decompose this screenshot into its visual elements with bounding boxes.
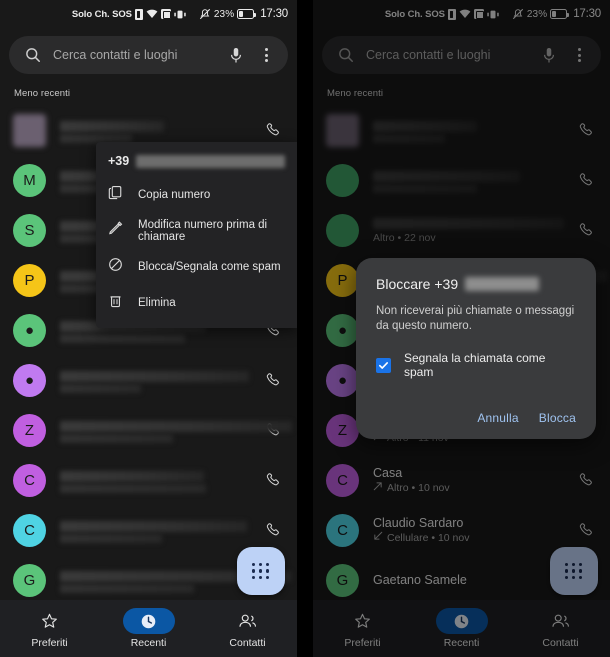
block-button[interactable]: Blocca [539, 411, 576, 425]
dialog-checkbox-row[interactable]: Segnala la chiamata come spam [376, 351, 576, 379]
clock-label: 17:30 [260, 8, 288, 20]
report-spam-checkbox[interactable] [376, 357, 391, 373]
dialog-title-row: Bloccare +39 [376, 276, 576, 292]
section-header-left: Meno recenti [14, 88, 71, 99]
more-vertical-icon[interactable] [256, 45, 276, 65]
phone-icon[interactable] [263, 522, 285, 539]
dialpad-fab-left[interactable] [237, 547, 285, 595]
search-icon [23, 45, 43, 65]
status-bar: Solo Ch. SOS 23% 17:30 [0, 0, 297, 28]
battery-icon [237, 9, 257, 19]
number-prefix: +39 [108, 154, 130, 168]
avatar[interactable]: ● [13, 363, 46, 397]
block-icon [108, 257, 123, 277]
menu-item-label: Elimina [138, 297, 176, 309]
microphone-icon[interactable] [226, 45, 246, 65]
nav-tab-recenti[interactable]: Recenti [99, 608, 198, 649]
row-text [60, 518, 249, 543]
menu-item-label: Copia numero [138, 189, 211, 201]
row-text [60, 568, 291, 593]
menu-item-block-spam[interactable]: Blocca/Segnala come spam [96, 249, 297, 285]
people-icon [222, 608, 274, 634]
dialog-body-text: Non riceverai più chiamate o messaggi da… [376, 305, 575, 332]
number-redacted [136, 154, 285, 168]
menu-item-label: Blocca/Segnala come spam [138, 261, 281, 273]
row-text [60, 368, 249, 393]
dialog-actions: Annulla Blocca [376, 411, 576, 429]
search-bar[interactable]: Cerca contatti e luoghi [9, 36, 288, 74]
phone-icon[interactable] [263, 122, 285, 139]
copy-icon [108, 185, 123, 205]
cancel-button[interactable]: Annulla [477, 411, 518, 425]
bottom-navigation-left: Preferiti Recenti Contatti [0, 600, 297, 657]
call-log-row[interactable]: ● [0, 355, 297, 405]
trash-icon [108, 293, 123, 313]
call-detail-redacted [60, 333, 185, 343]
avatar[interactable]: Z [13, 413, 46, 447]
call-detail-redacted [60, 583, 195, 593]
phone-icon[interactable] [263, 472, 285, 489]
row-text [60, 468, 249, 493]
menu-item-copy-number[interactable]: Copia numero [96, 177, 297, 213]
row-text [60, 118, 249, 143]
phone-icon[interactable] [263, 372, 285, 389]
context-menu-number: +39 [96, 148, 297, 177]
search-bar-container: Cerca contatti e luoghi [0, 28, 297, 74]
contact-name-redacted [60, 470, 204, 482]
contact-name-redacted [60, 370, 249, 382]
nav-tab-preferiti[interactable]: Preferiti [0, 608, 99, 649]
mute-bell-icon [199, 8, 211, 20]
search-input-placeholder[interactable]: Cerca contatti e luoghi [53, 48, 216, 62]
vibrate-icon [174, 10, 186, 19]
call-detail-redacted [60, 483, 206, 493]
avatar[interactable]: M [13, 163, 46, 197]
nav-tab-label: Contatti [229, 637, 266, 649]
call-log-row[interactable]: Z [0, 405, 297, 455]
avatar[interactable] [13, 113, 46, 147]
call-detail-redacted [60, 383, 142, 393]
call-detail-redacted [60, 433, 174, 443]
menu-item-edit-number[interactable]: Modifica numero prima di chiamare [96, 213, 297, 249]
call-detail-redacted [60, 533, 163, 543]
contact-name-redacted [60, 420, 293, 432]
dual-screenshot-container: Solo Ch. SOS 23% 17:30 Cerca contatti e … [0, 0, 610, 657]
wifi-icon [146, 9, 158, 19]
avatar[interactable]: ● [13, 313, 46, 347]
avatar[interactable]: C [13, 463, 46, 497]
call-log-row[interactable]: C [0, 455, 297, 505]
phone-screen-left: Solo Ch. SOS 23% 17:30 Cerca contatti e … [0, 0, 297, 657]
dialpad-icon [252, 563, 270, 579]
avatar[interactable]: P [13, 263, 46, 297]
nav-tab-contatti[interactable]: Contatti [198, 608, 297, 649]
sim-card-icon [134, 8, 143, 20]
menu-item-label: Modifica numero prima di chiamare [138, 219, 268, 243]
carrier-label: Solo Ch. SOS [71, 8, 132, 20]
pencil-icon [108, 221, 123, 241]
dialog-number-redacted [465, 277, 540, 291]
dialog-title: Bloccare +39 [376, 276, 459, 292]
menu-item-delete[interactable]: Elimina [96, 285, 297, 321]
phone-screen-right: Solo Ch. SOS 23% 17:30 Cerca contatti e … [313, 0, 610, 657]
nav-tab-label: Preferiti [31, 637, 68, 649]
avatar[interactable]: G [13, 563, 46, 597]
signal-box-icon [160, 9, 171, 19]
report-spam-label: Segnala la chiamata come spam [404, 351, 546, 379]
battery-percent-label: 23% [213, 8, 235, 20]
context-menu: +39 Copia numero Modifica numero prima d… [96, 142, 297, 328]
contact-name-redacted [60, 120, 164, 132]
contact-name-redacted [60, 520, 248, 532]
star-icon [24, 608, 76, 634]
clock-icon [122, 608, 175, 634]
nav-tab-label: Recenti [130, 637, 167, 649]
block-number-dialog: Bloccare +39 Non riceverai più chiamate … [356, 258, 596, 439]
row-text [60, 418, 293, 443]
avatar[interactable]: S [13, 213, 46, 247]
avatar[interactable]: C [13, 513, 46, 547]
